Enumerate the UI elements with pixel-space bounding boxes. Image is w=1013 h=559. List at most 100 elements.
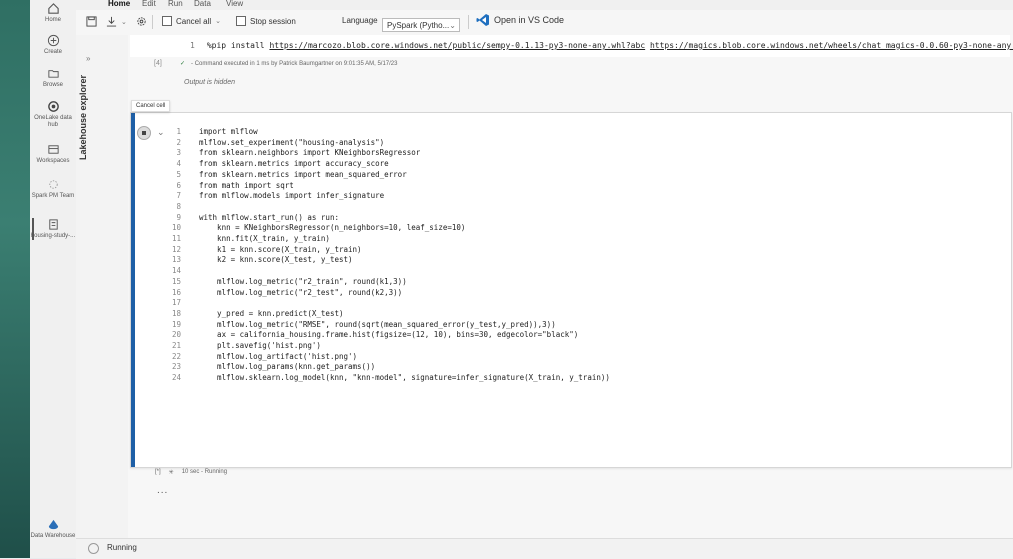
code-line: 11 knn.fit(X_train, y_train) bbox=[159, 234, 610, 245]
code-line: 9 with mlflow.start_run() as run: bbox=[159, 213, 610, 224]
code-line: 6 from math import sqrt bbox=[159, 181, 610, 192]
session-status-icon bbox=[88, 543, 99, 554]
language-select[interactable]: PySpark (Pytho... ⌄ bbox=[382, 18, 460, 32]
notebook-area: 1 %pip install https://marcozo.blob.core.… bbox=[128, 35, 1013, 538]
menu-view[interactable]: View bbox=[226, 0, 243, 8]
code-text: mlflow.log_metric("r2_test", round(k2,3)… bbox=[199, 287, 403, 297]
home-icon bbox=[47, 3, 59, 14]
output-hidden-text[interactable]: Output is hidden bbox=[184, 79, 235, 86]
line-number: 9 bbox=[176, 212, 181, 222]
menu-run[interactable]: Run bbox=[168, 0, 183, 8]
exec-count: [*] bbox=[155, 469, 161, 475]
code-line: 4 from sklearn.metrics import accuracy_sc… bbox=[159, 159, 610, 170]
status-bar: Running bbox=[76, 538, 1013, 559]
code-line: 17 bbox=[159, 298, 610, 309]
expand-pane-icon[interactable]: » bbox=[86, 54, 90, 63]
code-text: from mlflow.models import infer_signatur… bbox=[199, 191, 385, 201]
code-text: k2 = knn.score(X_test, y_test) bbox=[199, 255, 353, 265]
left-rail: Home Create Browse OneLake data hub Work… bbox=[30, 0, 77, 558]
code-line: 8 bbox=[159, 202, 610, 213]
rail-create[interactable]: Create bbox=[30, 34, 76, 56]
code-text: from sklearn.neighbors import KNeighbors… bbox=[199, 148, 421, 158]
toolbar-divider bbox=[152, 15, 153, 29]
download-button[interactable]: ⌄ bbox=[106, 16, 127, 27]
rail-data-warehouse[interactable]: Data Warehouse bbox=[30, 518, 76, 540]
rail-browse[interactable]: Browse bbox=[30, 67, 76, 89]
code-cell[interactable]: Cancel cell ⌄ 1 import mlflow 2 mlflow.set_… bbox=[130, 100, 1012, 496]
line-number: 1 bbox=[190, 41, 195, 50]
line-number: 20 bbox=[171, 330, 181, 340]
rail-onelake[interactable]: OneLake data hub bbox=[30, 100, 76, 129]
line-number: 19 bbox=[171, 319, 181, 329]
sempy-url-link[interactable]: https://marcozo.blob.core.windows.net/pu… bbox=[269, 41, 645, 50]
app-window: Home Create Browse OneLake data hub Work… bbox=[30, 0, 1013, 559]
lakehouse-explorer-title[interactable]: Lakehouse explorer bbox=[78, 75, 88, 160]
cancel-all-button[interactable]: Cancel all ⌄ bbox=[162, 16, 221, 26]
save-button[interactable] bbox=[86, 16, 97, 27]
folder-icon bbox=[47, 70, 59, 78]
rail-housing-study[interactable]: housing-study-... bbox=[30, 218, 76, 240]
code-line: 7 from mlflow.models import infer_signatu… bbox=[159, 191, 610, 202]
toolbar: ⌄ Cancel all ⌄ Stop session Language PyS… bbox=[76, 10, 1013, 36]
rail-workspaces-label: Workspaces bbox=[36, 158, 70, 164]
code-text: ax = california_housing.frame.hist(figsi… bbox=[199, 330, 579, 340]
rail-workspaces[interactable]: Workspaces bbox=[30, 143, 76, 165]
chat-magics-url-link[interactable]: https://magics.blob.core.windows.net/whe… bbox=[650, 41, 1013, 50]
check-icon: ✓ bbox=[180, 61, 186, 67]
run-time-text: 10 sec - Running bbox=[181, 469, 228, 475]
gear-icon bbox=[137, 17, 146, 26]
language-label: Language bbox=[342, 16, 378, 25]
open-vscode-label: Open in VS Code bbox=[494, 15, 565, 25]
line-number: 7 bbox=[176, 191, 181, 201]
line-number: 14 bbox=[171, 266, 181, 276]
code-text: import mlflow bbox=[199, 127, 258, 136]
code-line: 1 import mlflow bbox=[159, 127, 610, 138]
rail-spark-pm[interactable]: Spark PM Team bbox=[30, 178, 76, 200]
code-text: y_pred = knn.predict(X_test) bbox=[199, 308, 344, 318]
pip-cell[interactable]: 1 %pip install https://marcozo.blob.core.… bbox=[130, 35, 1013, 57]
code-line: 5 from sklearn.metrics import mean_square… bbox=[159, 170, 610, 181]
rail-create-label: Create bbox=[43, 49, 62, 55]
cancel-cell-button[interactable] bbox=[137, 126, 151, 140]
line-number: 17 bbox=[171, 298, 181, 308]
line-number: 23 bbox=[171, 362, 181, 372]
settings-button[interactable] bbox=[136, 16, 147, 27]
stop-session-button[interactable]: Stop session bbox=[236, 16, 296, 26]
code-line: 2 mlflow.set_experiment("housing-analysis… bbox=[159, 138, 610, 149]
code-line: 15 mlflow.log_metric("r2_train", round(k… bbox=[159, 277, 610, 288]
line-number: 24 bbox=[171, 373, 181, 383]
code-line: 12 k1 = knn.score(X_train, y_train) bbox=[159, 245, 610, 256]
code-text: mlflow.log_params(knn.get_params()) bbox=[199, 362, 376, 372]
menu-bar: Home Edit Run Data View bbox=[76, 0, 1013, 10]
code-text: mlflow.sklearn.log_model(knn, "knn-model… bbox=[199, 373, 610, 383]
open-vscode-button[interactable]: Open in VS Code bbox=[476, 13, 564, 27]
line-number: 8 bbox=[176, 201, 181, 211]
menu-edit[interactable]: Edit bbox=[142, 0, 156, 8]
rail-home[interactable]: Home bbox=[30, 2, 76, 24]
rail-housing-study-label: housing-study-... bbox=[30, 233, 76, 239]
rail-data-warehouse-label: Data Warehouse bbox=[30, 533, 76, 539]
workspaces-icon bbox=[47, 145, 59, 154]
code-line: 14 bbox=[159, 266, 610, 277]
line-number: 12 bbox=[171, 244, 181, 254]
session-status-text: Running bbox=[107, 543, 137, 552]
code-line: 19 mlflow.log_metric("RMSE", round(sqrt(… bbox=[159, 320, 610, 331]
rail-onelake-label: OneLake data hub bbox=[34, 115, 72, 128]
cancel-all-checkbox-icon bbox=[162, 16, 172, 26]
menu-home[interactable]: Home bbox=[108, 0, 130, 8]
code-text: from math import sqrt bbox=[199, 180, 294, 190]
more-options-icon[interactable]: ... bbox=[157, 485, 168, 496]
code-text: plt.savefig('hist.png') bbox=[199, 341, 321, 351]
code-line: 16 mlflow.log_metric("r2_test", round(k2… bbox=[159, 288, 610, 299]
line-number: 21 bbox=[171, 341, 181, 351]
code-line: 13 k2 = knn.score(X_test, y_test) bbox=[159, 255, 610, 266]
rail-spark-pm-label: Spark PM Team bbox=[31, 193, 75, 199]
pip-code-line: 1 %pip install https://marcozo.blob.core.… bbox=[190, 41, 1013, 50]
code-editor[interactable]: 1 import mlflow 2 mlflow.set_experiment("ho… bbox=[159, 127, 610, 384]
cell-run-status: [*] ✳ 10 sec - Running bbox=[155, 469, 227, 476]
menu-data[interactable]: Data bbox=[194, 0, 211, 8]
code-text: k1 = knn.score(X_train, y_train) bbox=[199, 244, 362, 254]
code-text: from sklearn.metrics import accuracy_sco… bbox=[199, 159, 389, 169]
line-number: 16 bbox=[171, 287, 181, 297]
pip-cell-status-row: [4] ✓ - Command executed in 1 ms by Patr… bbox=[130, 57, 1010, 71]
